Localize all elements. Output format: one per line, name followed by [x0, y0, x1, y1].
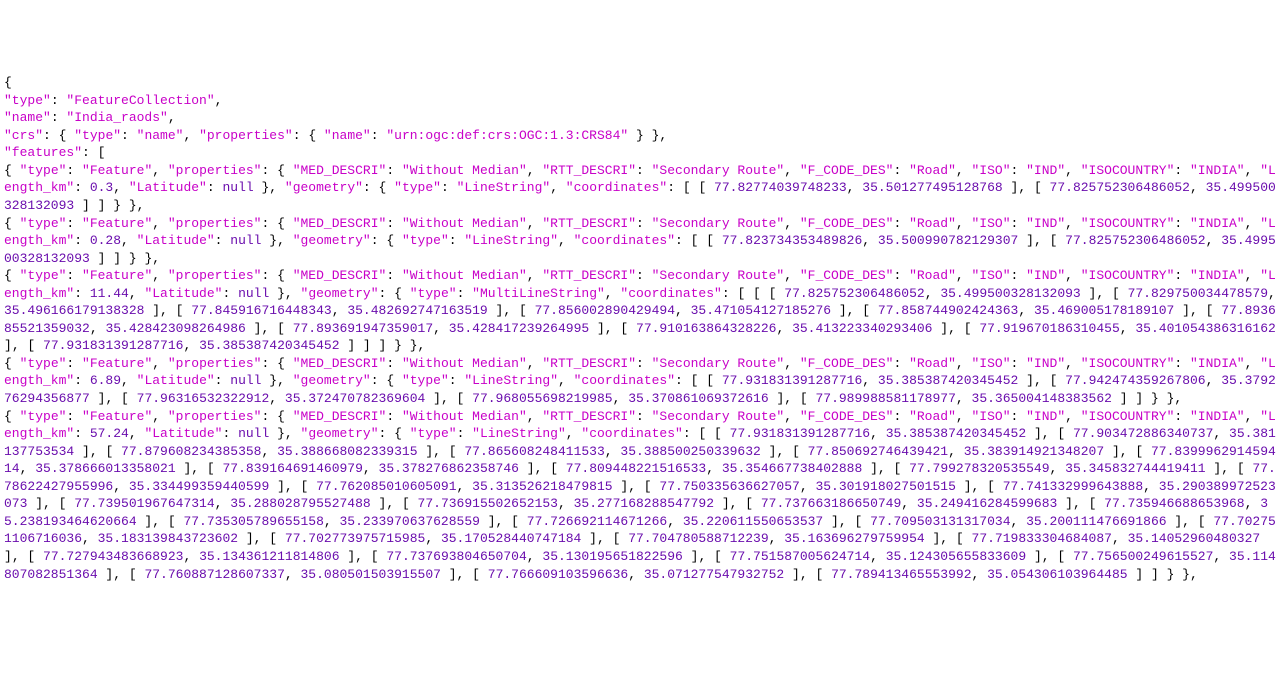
geojson-code-block: { "type": "FeatureCollection", "name": "… [4, 74, 1280, 583]
